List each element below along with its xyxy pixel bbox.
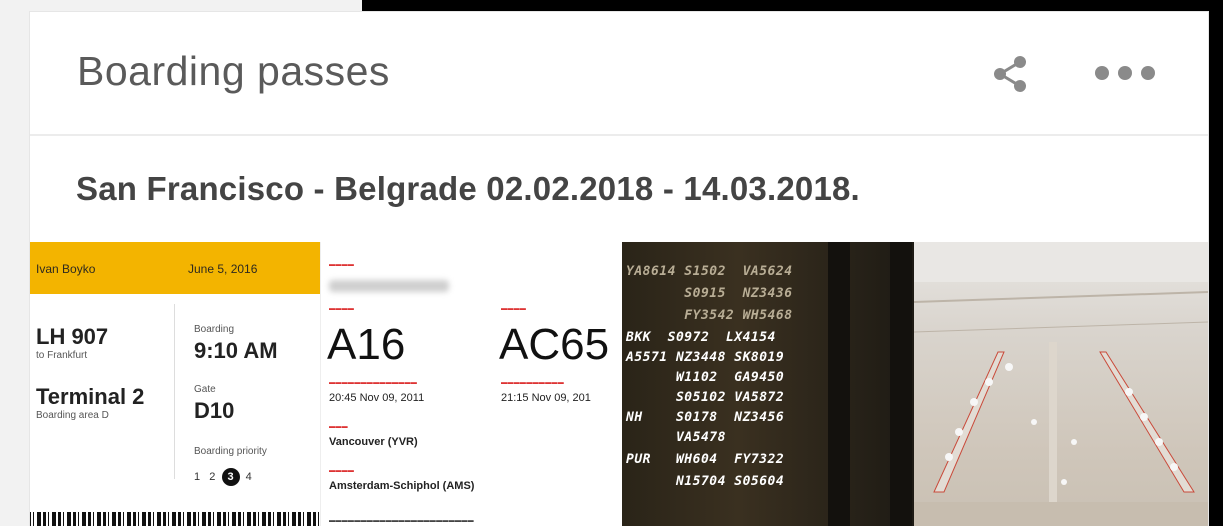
boarding-label: Boarding bbox=[194, 324, 235, 335]
passenger-name: Ivan Boyko bbox=[36, 262, 96, 276]
red-label: ▬▬▬▬ bbox=[501, 306, 527, 312]
pass-header-bar: Ivan Boyko June 5, 2016 bbox=[30, 242, 320, 294]
board-row: VA5478 bbox=[626, 430, 726, 445]
gate-value: A16 bbox=[327, 320, 406, 369]
board-top-row: FY3542 WH5468 bbox=[626, 308, 793, 323]
departure-board-photo[interactable]: YA8614 S1502 VA5624 S0915 NZ3436 FY3542 … bbox=[622, 242, 914, 526]
boarding-area: Boarding area D bbox=[36, 410, 109, 421]
priority-selected: 3 bbox=[221, 468, 240, 486]
flight-number: LH 907 bbox=[36, 324, 109, 349]
priority-2: 2 bbox=[209, 471, 216, 483]
board-column-divider bbox=[828, 242, 850, 526]
board-top-row: S0915 NZ3436 bbox=[626, 286, 793, 301]
board-top-row: YA8614 S1502 VA5624 bbox=[626, 264, 793, 279]
airport-illustration bbox=[914, 242, 1208, 526]
red-label: ▬▬▬▬ bbox=[329, 306, 355, 312]
board-row: NH S0178 NZ3456 bbox=[626, 410, 785, 425]
red-label: ▬▬▬▬▬▬▬▬▬▬ bbox=[501, 380, 564, 386]
barcode bbox=[30, 512, 320, 526]
board-row: PUR WH604 FY7322 bbox=[626, 452, 785, 467]
board-row: A5571 NZ3448 SK8019 bbox=[626, 350, 785, 365]
boarding-time: 20:45 Nov 09, 2011 bbox=[329, 392, 425, 404]
priority-1: 1 bbox=[194, 471, 201, 483]
more-horizontal-icon[interactable] bbox=[1092, 60, 1158, 86]
boarding-time: 9:10 AM bbox=[194, 338, 278, 363]
card-title: Boarding passes bbox=[77, 48, 390, 94]
boarding-pass-thumbnail-1[interactable]: Ivan Boyko June 5, 2016 LH 907 to Frankf… bbox=[30, 242, 320, 526]
red-label: ▬▬▬▬ bbox=[329, 262, 355, 268]
destination: to Frankfurt bbox=[36, 350, 88, 361]
fine-print: ▬▬▬▬▬▬▬▬▬▬▬▬▬▬▬▬▬▬▬▬▬▬▬ bbox=[329, 518, 474, 524]
thumbnail-strip: Ivan Boyko June 5, 2016 LH 907 to Frankf… bbox=[30, 242, 1208, 526]
pass-divider bbox=[174, 304, 175, 479]
priority-indicator: 1 2 3 4 bbox=[194, 468, 252, 486]
red-label: ▬▬▬ bbox=[329, 424, 348, 430]
from-city: Vancouver (YVR) bbox=[329, 436, 418, 448]
boarding-pass-thumbnail-2[interactable]: ▬▬▬▬ ▬▬▬▬ ▬▬▬▬ A16 AC65 ▬▬▬▬▬▬▬▬▬▬▬▬▬▬ ▬… bbox=[320, 242, 622, 526]
board-row: N15704 S05604 bbox=[626, 474, 785, 489]
departure-board: YA8614 S1502 VA5624 S0915 NZ3436 FY3542 … bbox=[622, 242, 914, 526]
board-column-divider bbox=[890, 242, 912, 526]
flight-number: AC65 bbox=[499, 320, 610, 369]
card-header: Boarding passes bbox=[30, 12, 1208, 136]
departure-time: 21:15 Nov 09, 201 bbox=[501, 392, 591, 404]
boarding-passes-card: Boarding passes San Francisco - Belgrade… bbox=[30, 12, 1208, 526]
priority-4: 4 bbox=[245, 471, 252, 483]
to-city: Amsterdam-Schiphol (AMS) bbox=[329, 480, 475, 492]
share-icon[interactable] bbox=[988, 52, 1032, 96]
board-row: BKK S0972 LX4154 bbox=[626, 330, 776, 345]
gate-label: Gate bbox=[194, 384, 216, 395]
trip-title[interactable]: San Francisco - Belgrade 02.02.2018 - 14… bbox=[76, 170, 860, 208]
gate-value: D10 bbox=[194, 398, 235, 423]
pass-date: June 5, 2016 bbox=[188, 262, 258, 276]
terminal: Terminal 2 bbox=[36, 384, 145, 409]
board-row: W1102 GA9450 bbox=[626, 370, 785, 385]
red-label: ▬▬▬▬ bbox=[329, 468, 355, 474]
priority-label: Boarding priority bbox=[194, 446, 267, 457]
airport-aerial-photo[interactable] bbox=[914, 242, 1208, 526]
blurred-passenger-name bbox=[329, 280, 449, 292]
red-label: ▬▬▬▬▬▬▬▬▬▬▬▬▬▬ bbox=[329, 380, 418, 386]
board-row: S05102 VA5872 bbox=[626, 390, 785, 405]
